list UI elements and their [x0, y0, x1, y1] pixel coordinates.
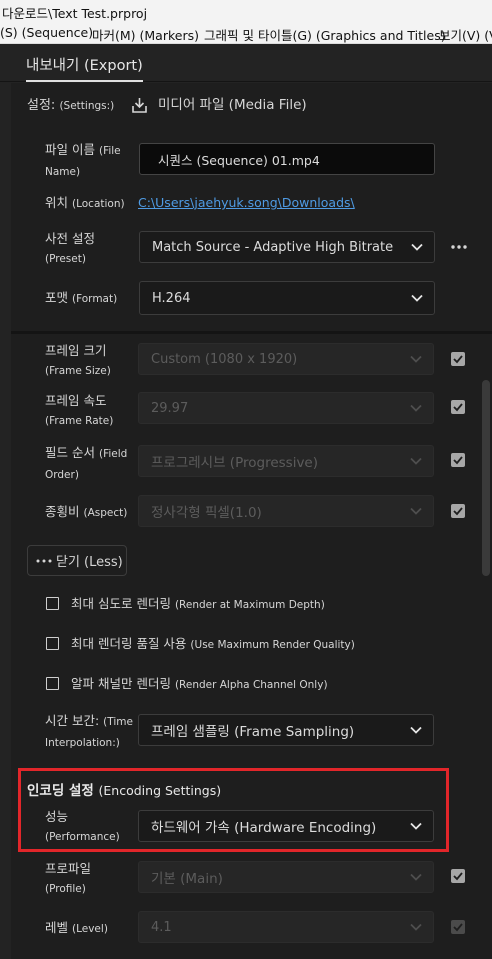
menu-graphics-titles[interactable]: 그래픽 및 타이틀(G) (Graphics and Titles) — [204, 25, 446, 43]
chevron-down-icon — [410, 404, 422, 412]
preset-label: 사전 설정 (Preset) — [45, 231, 95, 265]
chevron-down-icon — [410, 457, 422, 465]
less-button[interactable]: 닫기 (Less) — [27, 545, 127, 576]
time-interp-label: 시간 보간: (Time Interpolation:) — [45, 713, 133, 749]
checkmark-icon — [453, 507, 463, 516]
more-options-icon[interactable] — [450, 241, 468, 253]
export-destination-icon[interactable] — [131, 97, 148, 114]
annotation-highlight-box — [18, 768, 449, 852]
window-title-bar: 다운로드\Text Test.prproj — [0, 0, 492, 22]
field-order-select[interactable]: 프로그레시브 (Progressive) — [138, 445, 434, 477]
file-name-label: 파일 이름 (File Name) — [45, 142, 121, 178]
field-order-label: 필드 순서 (Field Order) — [45, 445, 128, 481]
tab-bar: 내보내기 (Export) — [0, 44, 492, 82]
chevron-down-icon — [411, 243, 423, 251]
menu-bar: (S) (Sequence) 마커(M) (Markers) 그래픽 및 타이틀… — [0, 22, 492, 44]
format-value: H.264 — [152, 290, 191, 306]
checkmark-icon — [453, 923, 463, 932]
checkmark-icon — [453, 872, 463, 881]
settings-heading: 설정: (Settings:) — [27, 98, 115, 113]
profile-select[interactable]: 기본 (Main) — [138, 861, 434, 893]
alpha-only-label: 알파 채널만 렌더링 (Render Alpha Channel Only) — [71, 676, 328, 691]
less-button-label: 닫기 (Less) — [56, 555, 123, 570]
aspect-value: 정사각형 픽셀(1.0) — [151, 505, 262, 521]
checkmark-icon — [453, 456, 463, 465]
chevron-down-icon — [410, 507, 422, 515]
window-title: 다운로드\Text Test.prproj — [2, 6, 148, 21]
frame-rate-checkbox[interactable] — [451, 400, 465, 414]
preset-select[interactable]: Match Source - Adaptive High Bitrate — [139, 231, 435, 263]
format-select[interactable]: H.264 — [139, 281, 435, 315]
menu-markers[interactable]: 마커(M) (Markers) — [92, 25, 199, 43]
field-order-checkbox[interactable] — [451, 453, 465, 467]
aspect-checkbox[interactable] — [451, 504, 465, 518]
frame-size-select[interactable]: Custom (1080 x 1920) — [138, 343, 434, 375]
time-interp-select[interactable]: 프레임 샘플링 (Frame Sampling) — [138, 714, 434, 746]
max-depth-label: 최대 심도로 렌더링 (Render at Maximum Depth) — [71, 596, 325, 611]
chevron-down-icon — [410, 873, 422, 881]
level-label: 레벨 (Level) — [45, 920, 108, 935]
frame-size-value: Custom (1080 x 1920) — [151, 351, 298, 367]
more-dots-icon — [36, 559, 52, 562]
location-label: 위치 (Location) — [45, 195, 125, 210]
field-order-value: 프로그레시브 (Progressive) — [151, 455, 319, 471]
tab-export[interactable]: 내보내기 (Export) — [26, 54, 143, 82]
checkmark-icon — [453, 403, 463, 412]
time-interp-value: 프레임 샘플링 (Frame Sampling) — [151, 724, 355, 740]
chevron-down-icon — [410, 726, 422, 734]
alpha-only-checkbox[interactable] — [46, 677, 59, 690]
menu-sequence[interactable]: (S) (Sequence) — [0, 25, 93, 40]
level-value: 4.1 — [151, 919, 172, 935]
menu-view[interactable]: 보기(V) (Vi — [439, 25, 492, 43]
chevron-down-icon — [410, 355, 422, 363]
max-depth-checkbox[interactable] — [46, 597, 59, 610]
file-name-input[interactable]: 시퀀스 (Sequence) 01.mp4 — [139, 143, 435, 175]
profile-checkbox[interactable] — [451, 869, 465, 883]
level-select[interactable]: 4.1 — [138, 911, 434, 943]
frame-rate-label: 프레임 속도 (Frame Rate) — [45, 393, 114, 427]
max-quality-checkbox[interactable] — [46, 637, 59, 650]
frame-size-checkbox[interactable] — [451, 352, 465, 366]
profile-label: 프로파일 (Profile) — [45, 861, 92, 895]
panel-scrollbar[interactable] — [482, 380, 490, 576]
aspect-select[interactable]: 정사각형 픽셀(1.0) — [138, 495, 434, 527]
preset-value: Match Source - Adaptive High Bitrate — [152, 239, 394, 255]
frame-rate-value: 29.97 — [151, 400, 189, 416]
level-checkbox[interactable] — [451, 920, 465, 934]
frame-rate-select[interactable]: 29.97 — [138, 392, 434, 424]
media-file-label: 미디어 파일 (Media File) — [158, 97, 307, 113]
profile-value: 기본 (Main) — [151, 871, 223, 887]
max-quality-label: 최대 렌더링 품질 사용 (Use Maximum Render Quality… — [71, 636, 355, 651]
aspect-label: 종횡비 (Aspect) — [45, 504, 128, 519]
chevron-down-icon — [411, 294, 423, 302]
location-link[interactable]: C:\Users\jaehyuk.song\Downloads\ — [138, 195, 355, 210]
chevron-down-icon — [410, 923, 422, 931]
frame-size-label: 프레임 크기 (Frame Size) — [45, 343, 111, 377]
checkmark-icon — [453, 355, 463, 364]
format-label: 포맷 (Format) — [45, 290, 118, 305]
